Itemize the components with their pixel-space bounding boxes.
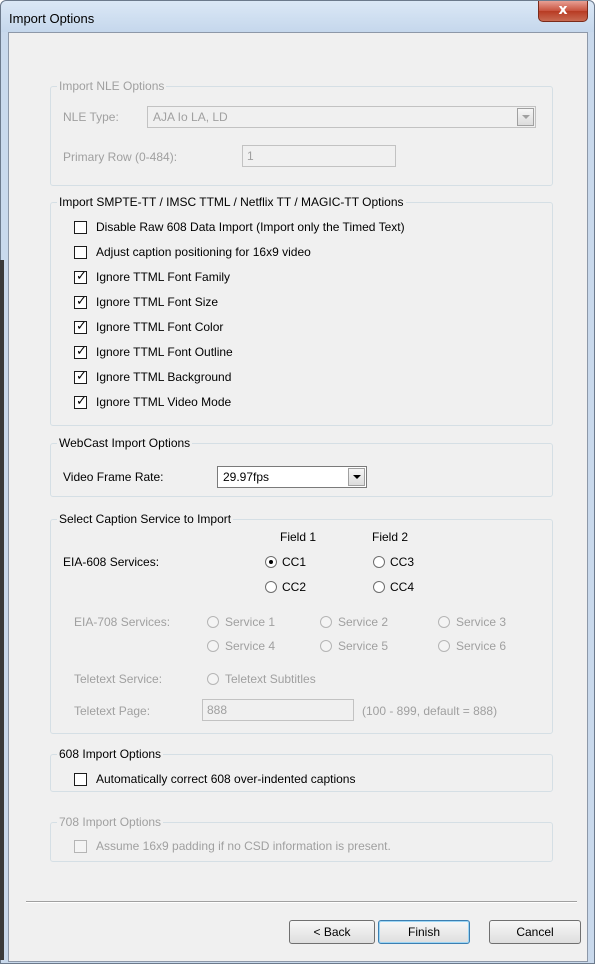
checkmark-icon: ✓ <box>76 294 87 309</box>
import708-legend: 708 Import Options <box>59 815 162 829</box>
cc4-label: CC4 <box>390 580 415 594</box>
smpte-option-checkbox[interactable]: ✓ <box>74 344 87 359</box>
smpte-option-checkbox[interactable] <box>74 246 87 259</box>
primary-row-label: Primary Row (0-484): <box>63 150 178 164</box>
chevron-down-icon[interactable] <box>517 108 534 126</box>
service-6-label: Service 6 <box>456 639 507 653</box>
checkmark-icon: ✓ <box>76 344 87 359</box>
smpte-option-checkbox[interactable]: ✓ <box>74 294 87 309</box>
radio-teletext-subtitles[interactable] <box>207 673 219 685</box>
field1-header: Field 1 <box>280 530 317 544</box>
eia608-label: EIA-608 Services: <box>63 555 160 569</box>
frame-rate-select[interactable]: 29.97fps <box>217 466 367 488</box>
cc2-label: CC2 <box>282 580 307 594</box>
radio-service-3[interactable] <box>438 616 450 628</box>
chevron-down-icon[interactable] <box>348 468 365 486</box>
smpte-option-checkbox[interactable]: ✓ <box>74 369 87 384</box>
service-1-label: Service 1 <box>225 615 276 629</box>
radio-service-4[interactable] <box>207 640 219 652</box>
cc1-label: CC1 <box>282 555 307 569</box>
primary-row-input[interactable]: 1 <box>242 145 396 167</box>
frame-rate-label: Video Frame Rate: <box>63 470 164 484</box>
import608-legend: 608 Import Options <box>59 747 162 761</box>
service-2-label: Service 2 <box>338 615 389 629</box>
eia708-label: EIA-708 Services: <box>74 615 171 629</box>
radio-service-2[interactable] <box>320 616 332 628</box>
caption-service-legend: Select Caption Service to Import <box>59 512 232 526</box>
smpte-option-checkbox[interactable]: ✓ <box>74 394 87 409</box>
close-icon: x <box>558 2 568 18</box>
nle-type-select[interactable]: AJA Io LA, LD <box>147 106 536 128</box>
radio-cc2[interactable] <box>265 581 277 593</box>
webcast-options-legend: WebCast Import Options <box>59 436 191 450</box>
finish-button[interactable]: Finish <box>378 920 470 944</box>
smpte-option-label: Ignore TTML Font Color <box>96 320 224 334</box>
back-button[interactable]: < Back <box>289 920 375 944</box>
smpte-option-checkbox[interactable]: ✓ <box>74 319 87 334</box>
field2-header: Field 2 <box>372 530 409 544</box>
radio-cc3[interactable] <box>373 556 385 568</box>
teletext-page-label: Teletext Page: <box>74 704 151 718</box>
teletext-service-label: Teletext Service: <box>74 672 163 686</box>
radio-cc4[interactable] <box>373 581 385 593</box>
checkmark-icon: ✓ <box>76 319 87 334</box>
checkmark-icon: ✓ <box>76 369 87 384</box>
auto-correct-608-checkbox[interactable] <box>74 773 87 786</box>
cancel-button[interactable]: Cancel <box>489 920 581 944</box>
footer-divider <box>26 901 577 903</box>
window-title: Import Options <box>9 11 95 26</box>
assume-16x9-checkbox[interactable] <box>74 840 87 853</box>
teletext-page-input[interactable]: 888 <box>202 699 354 721</box>
radio-service-6[interactable] <box>438 640 450 652</box>
radio-service-1[interactable] <box>207 616 219 628</box>
teletext-subtitles-label: Teletext Subtitles <box>225 672 316 686</box>
close-button[interactable]: x <box>538 1 588 22</box>
service-3-label: Service 3 <box>456 615 507 629</box>
smpte-option-label: Ignore TTML Video Mode <box>96 395 232 409</box>
teletext-page-value: 888 <box>207 703 228 717</box>
auto-correct-608-label: Automatically correct 608 over-indented … <box>96 772 356 786</box>
nle-type-label: NLE Type: <box>63 110 119 124</box>
smpte-option-label: Ignore TTML Font Size <box>96 295 219 309</box>
smpte-option-label: Adjust caption positioning for 16x9 vide… <box>96 245 311 259</box>
smpte-option-label: Ignore TTML Font Family <box>96 270 231 284</box>
nle-options-group: Import NLE Options <box>50 80 553 186</box>
smpte-option-checkbox[interactable]: ✓ <box>74 269 87 284</box>
nle-type-value: AJA Io LA, LD <box>153 110 228 124</box>
teletext-page-hint: (100 - 899, default = 888) <box>362 704 498 718</box>
title-bar[interactable]: Import Options x <box>1 1 594 32</box>
radio-dot <box>269 560 273 564</box>
frame-rate-value: 29.97fps <box>223 470 270 484</box>
assume-16x9-label: Assume 16x9 padding if no CSD informatio… <box>96 839 391 853</box>
service-5-label: Service 5 <box>338 639 389 653</box>
window-edge <box>0 260 4 960</box>
checkmark-icon: ✓ <box>76 269 87 284</box>
smpte-option-checkbox[interactable] <box>74 221 87 234</box>
nle-options-legend: Import NLE Options <box>59 79 165 93</box>
radio-service-5[interactable] <box>320 640 332 652</box>
smpte-option-label: Ignore TTML Background <box>96 370 232 384</box>
primary-row-value: 1 <box>247 149 254 163</box>
radio-cc1[interactable] <box>265 556 277 568</box>
smpte-options-legend: Import SMPTE-TT / IMSC TTML / Netflix TT… <box>59 195 404 209</box>
checkmark-icon: ✓ <box>76 394 87 409</box>
service-4-label: Service 4 <box>225 639 276 653</box>
smpte-option-label: Ignore TTML Font Outline <box>96 345 233 359</box>
cc3-label: CC3 <box>390 555 415 569</box>
smpte-option-label: Disable Raw 608 Data Import (Import only… <box>96 220 405 234</box>
